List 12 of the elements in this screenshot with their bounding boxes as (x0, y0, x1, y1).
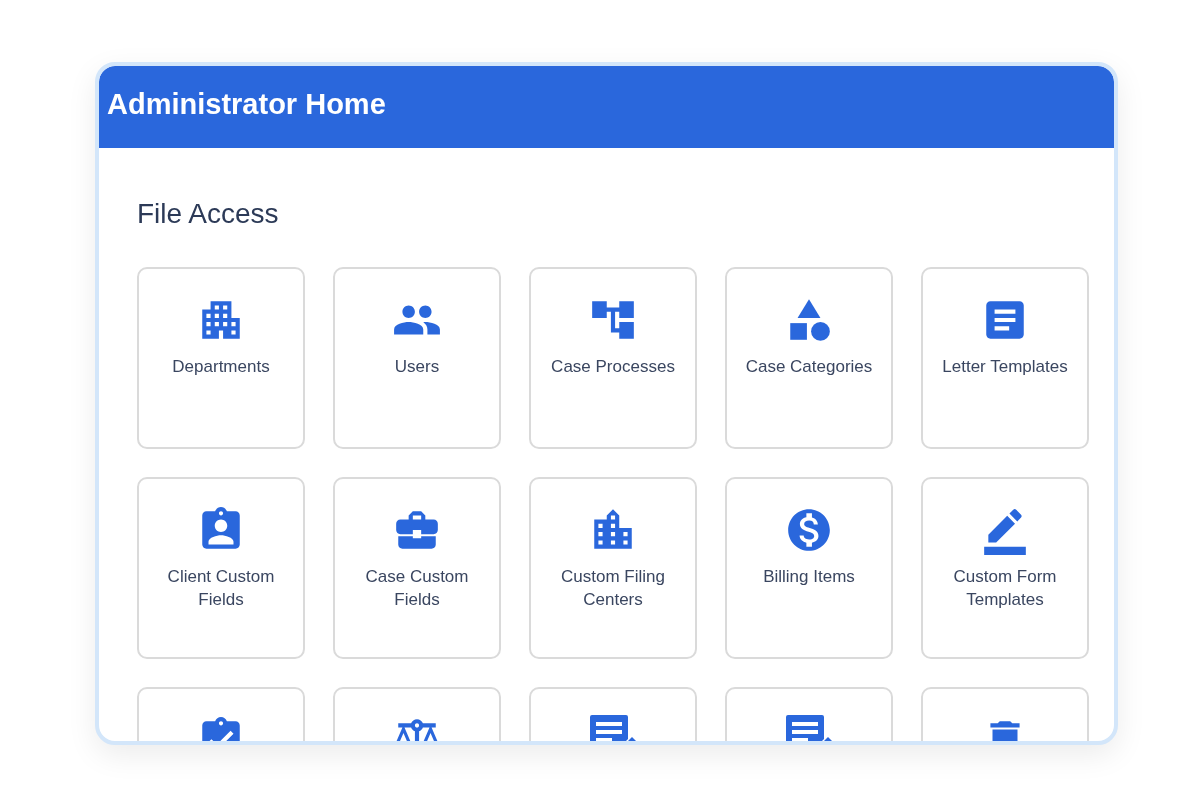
admin-tile[interactable]: Client Custom Fields (137, 477, 305, 659)
admin-tile[interactable]: Case Processes (529, 267, 697, 449)
admin-tile[interactable]: Billing Items (725, 477, 893, 659)
admin-tile[interactable]: Custom Filing Centers (529, 477, 697, 659)
admin-tile[interactable]: Users (333, 267, 501, 449)
section-title: File Access (137, 198, 280, 230)
admin-tile[interactable]: Case Categories (725, 267, 893, 449)
page-title: Administrator Home (107, 87, 386, 121)
admin-tile[interactable]: Departments (137, 267, 305, 449)
admin-tile[interactable]: Custom Form Templates (921, 477, 1089, 659)
admin-tile[interactable]: Letter Templates (921, 267, 1089, 449)
admin-tile[interactable]: Case Custom Fields (333, 477, 501, 659)
